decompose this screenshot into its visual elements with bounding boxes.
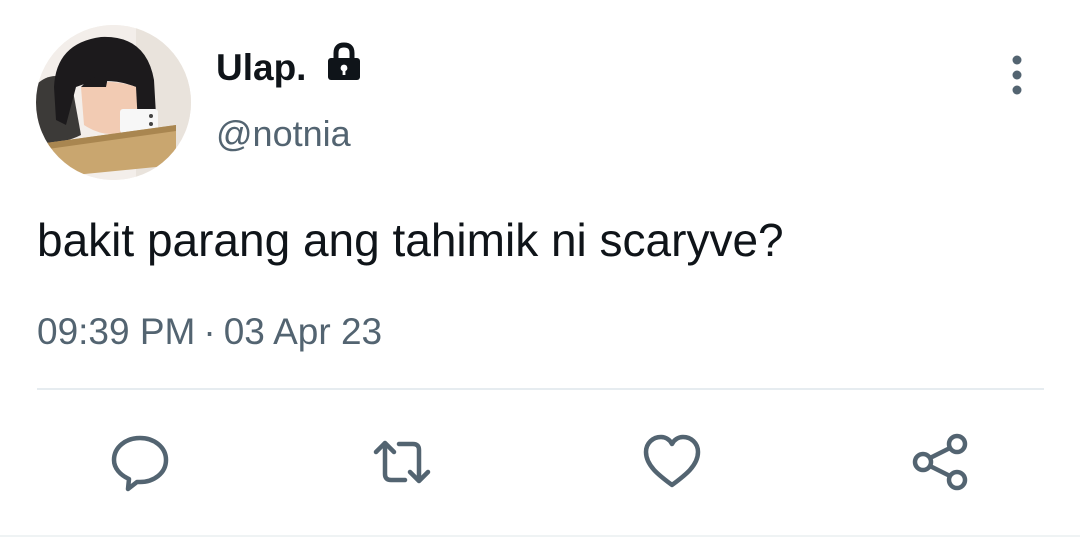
tweet-timestamp: 09:39 PM · 03 Apr 23 <box>37 310 382 354</box>
display-name[interactable]: Ulap. <box>216 46 306 90</box>
retweet-icon <box>373 440 431 484</box>
timestamp-separator: · <box>203 311 216 352</box>
tweet-time: 09:39 PM <box>37 311 196 352</box>
lock-icon <box>328 42 360 80</box>
avatar[interactable] <box>36 25 191 180</box>
speech-bubble-icon <box>111 435 169 492</box>
retweet-button[interactable] <box>372 432 432 492</box>
heart-icon <box>643 434 701 488</box>
share-button[interactable] <box>910 432 970 492</box>
tweet-text: bakit parang ang tahimik ni scaryve? <box>37 214 784 266</box>
divider <box>37 388 1044 390</box>
like-button[interactable] <box>642 432 702 492</box>
bottom-rule <box>0 535 1080 537</box>
tweet-date[interactable]: 03 Apr 23 <box>224 311 382 352</box>
share-icon <box>912 433 968 491</box>
reply-button[interactable] <box>110 432 170 492</box>
profile-photo <box>36 25 191 180</box>
user-handle[interactable]: @notnia <box>216 112 351 156</box>
more-vertical-icon[interactable] <box>1000 54 1034 96</box>
